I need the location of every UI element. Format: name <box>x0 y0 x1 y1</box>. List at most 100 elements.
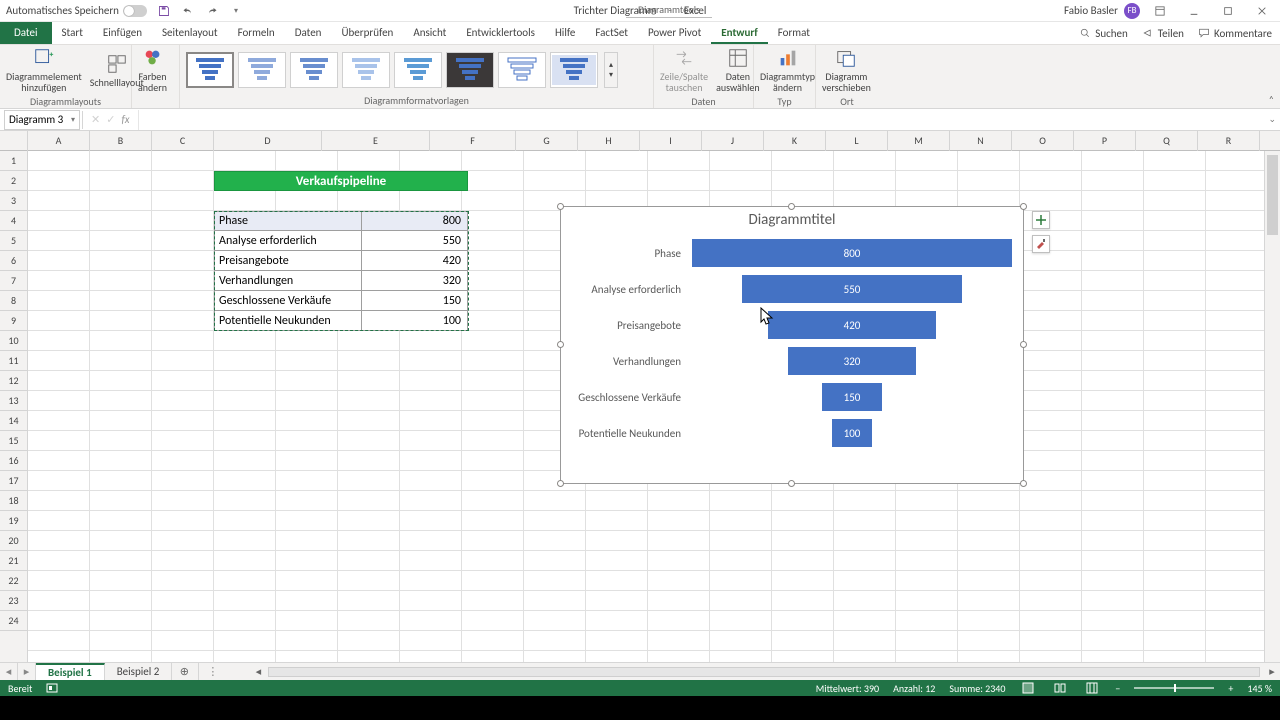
minimize-icon[interactable] <box>1180 0 1208 22</box>
column-header[interactable]: E <box>322 131 430 151</box>
select-all-triangle[interactable] <box>0 131 27 151</box>
row-header[interactable]: 10 <box>0 331 27 351</box>
undo-icon[interactable] <box>181 4 195 18</box>
autosave-toggle[interactable]: Automatisches Speichern <box>6 4 147 17</box>
row-header[interactable]: 20 <box>0 531 27 551</box>
table-cell[interactable]: Potentielle Neukunden <box>214 311 362 331</box>
row-header[interactable]: 2 <box>0 171 27 191</box>
row-header[interactable]: 11 <box>0 351 27 371</box>
table-row[interactable]: Potentielle Neukunden100 <box>214 311 468 331</box>
funnel-row[interactable]: Analyse erforderlich550 <box>571 271 1013 307</box>
funnel-row[interactable]: Preisangebote420 <box>571 307 1013 343</box>
share-button[interactable]: Teilen <box>1142 27 1184 40</box>
column-header[interactable]: B <box>90 131 152 151</box>
column-header[interactable]: O <box>1012 131 1074 151</box>
funnel-plot-area[interactable]: Phase800Analyse erforderlich550Preisange… <box>561 231 1023 457</box>
new-sheet-button[interactable]: ⊕ <box>172 663 196 680</box>
tab-factset[interactable]: FactSet <box>585 24 638 44</box>
row-header[interactable]: 12 <box>0 371 27 391</box>
chart-style-thumb[interactable] <box>550 52 598 88</box>
vertical-scrollbar[interactable] <box>1264 151 1280 662</box>
tab-entwurf[interactable]: Entwurf <box>711 24 767 44</box>
sheet-tab[interactable]: Beispiel 2 <box>105 663 173 680</box>
row-header[interactable]: 22 <box>0 571 27 591</box>
expand-formula-bar-icon[interactable]: ⌄ <box>1268 114 1276 125</box>
tab-ansicht[interactable]: Ansicht <box>403 24 456 44</box>
column-header[interactable]: H <box>578 131 640 151</box>
row-header[interactable]: 23 <box>0 591 27 611</box>
row-header[interactable]: 21 <box>0 551 27 571</box>
row-header[interactable]: 4 <box>0 211 27 231</box>
zoom-slider[interactable] <box>1134 687 1214 689</box>
tab-file[interactable]: Datei <box>0 22 52 44</box>
column-header[interactable]: C <box>152 131 214 151</box>
page-break-view-icon[interactable] <box>1083 681 1101 695</box>
funnel-bar[interactable]: 420 <box>768 311 936 339</box>
column-header[interactable]: R <box>1198 131 1260 151</box>
funnel-bar[interactable]: 550 <box>742 275 962 303</box>
column-header[interactable]: Q <box>1136 131 1198 151</box>
column-header[interactable]: G <box>516 131 578 151</box>
row-header[interactable]: 15 <box>0 431 27 451</box>
tab-hilfe[interactable]: Hilfe <box>545 24 585 44</box>
redo-icon[interactable] <box>205 4 219 18</box>
table-row[interactable]: Analyse erforderlich550 <box>214 231 468 251</box>
normal-view-icon[interactable] <box>1019 681 1037 695</box>
row-header[interactable]: 24 <box>0 611 27 631</box>
chart-object[interactable]: Diagrammtitel Phase800Analyse erforderli… <box>560 206 1024 484</box>
chart-style-thumb[interactable] <box>394 52 442 88</box>
tab-formeln[interactable]: Formeln <box>228 24 285 44</box>
change-colors-button[interactable]: Farben ändern <box>138 47 167 93</box>
table-row[interactable]: Geschlossene Verkäufe150 <box>214 291 468 311</box>
comments-button[interactable]: Kommentare <box>1198 27 1272 40</box>
column-header[interactable]: K <box>764 131 826 151</box>
column-header[interactable]: L <box>826 131 888 151</box>
collapse-ribbon-icon[interactable]: ˄ <box>1269 93 1274 106</box>
tab-seitenlayout[interactable]: Seitenlayout <box>152 24 228 44</box>
ribbon-display-options-icon[interactable] <box>1146 0 1174 22</box>
row-header[interactable]: 5 <box>0 231 27 251</box>
table-row[interactable]: Verhandlungen320 <box>214 271 468 291</box>
move-chart-button[interactable]: Diagramm verschieben <box>822 47 871 93</box>
row-header[interactable]: 18 <box>0 491 27 511</box>
table-cell[interactable]: 320 <box>362 271 468 291</box>
row-header[interactable]: 9 <box>0 311 27 331</box>
column-header[interactable]: A <box>28 131 90 151</box>
cancel-formula-icon[interactable]: ✕ <box>91 113 100 126</box>
column-header[interactable]: P <box>1074 131 1136 151</box>
funnel-row[interactable]: Geschlossene Verkäufe150 <box>571 379 1013 415</box>
table-cell[interactable]: Preisangebote <box>214 251 362 271</box>
table-row[interactable]: Phase800 <box>214 211 468 231</box>
zoom-out-button[interactable]: − <box>1115 682 1120 695</box>
chart-styles-gallery[interactable]: ▴▾ <box>186 52 618 88</box>
column-header[interactable]: N <box>950 131 1012 151</box>
row-header[interactable]: 3 <box>0 191 27 211</box>
column-header[interactable]: J <box>702 131 764 151</box>
funnel-bar[interactable]: 150 <box>822 383 882 411</box>
table-cell[interactable]: 420 <box>362 251 468 271</box>
maximize-icon[interactable] <box>1214 0 1242 22</box>
save-icon[interactable] <box>157 4 171 18</box>
table-row[interactable]: Preisangebote420 <box>214 251 468 271</box>
page-layout-view-icon[interactable] <box>1051 681 1069 695</box>
funnel-row[interactable]: Verhandlungen320 <box>571 343 1013 379</box>
funnel-bar[interactable]: 800 <box>692 239 1012 267</box>
table-cell[interactable]: 150 <box>362 291 468 311</box>
user-name[interactable]: Fabio Basler <box>1064 4 1118 17</box>
zoom-level[interactable]: 145 % <box>1247 682 1272 695</box>
row-header[interactable]: 7 <box>0 271 27 291</box>
row-header[interactable]: 13 <box>0 391 27 411</box>
search-button[interactable]: Suchen <box>1079 27 1128 40</box>
tab-format[interactable]: Format <box>768 24 820 44</box>
column-header[interactable]: F <box>430 131 516 151</box>
table-cell[interactable]: Geschlossene Verkäufe <box>214 291 362 311</box>
funnel-bar[interactable]: 320 <box>788 347 916 375</box>
chart-style-thumb[interactable] <box>186 52 234 88</box>
close-icon[interactable] <box>1248 0 1276 22</box>
funnel-bar[interactable]: 100 <box>832 419 872 447</box>
styles-more-button[interactable]: ▴▾ <box>604 52 618 88</box>
row-header[interactable]: 16 <box>0 451 27 471</box>
table-cell[interactable]: Phase <box>214 211 362 231</box>
fx-icon[interactable]: fx <box>121 113 129 126</box>
table-cell[interactable]: Verhandlungen <box>214 271 362 291</box>
